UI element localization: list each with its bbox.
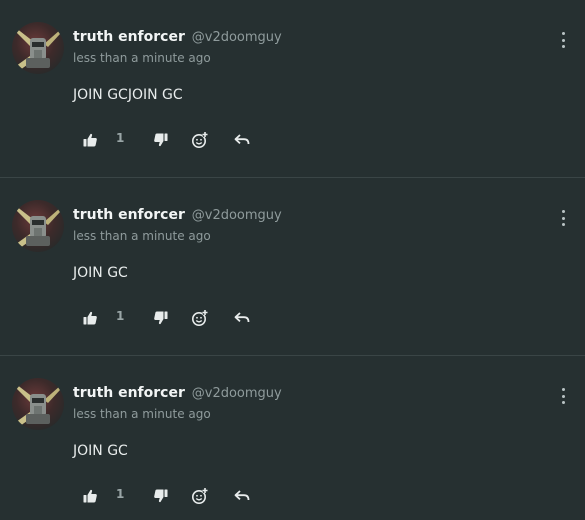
add-reaction-icon: [192, 310, 208, 326]
thumbs-down-icon: [154, 311, 168, 325]
post-timestamp: less than a minute ago: [73, 51, 211, 65]
more-vertical-dot: [561, 45, 565, 48]
reply-icon: [234, 134, 250, 145]
post-actions: 1: [0, 128, 300, 152]
author-name[interactable]: truth enforcer @v2doomguy: [73, 207, 282, 223]
like-count: 1: [116, 309, 125, 323]
thumbs-up-icon: [83, 133, 97, 147]
reply-button[interactable]: [234, 306, 250, 330]
more-options-button[interactable]: [556, 208, 570, 228]
author-display-name[interactable]: truth enforcer: [73, 29, 185, 45]
reply-icon: [234, 312, 250, 323]
post-actions: 1: [0, 306, 300, 330]
author-handle[interactable]: @v2doomguy: [192, 386, 282, 401]
more-vertical-icon: [561, 32, 565, 35]
like-button[interactable]: [82, 128, 98, 152]
avatar-image-icon: [16, 206, 60, 248]
like-button[interactable]: [82, 306, 98, 330]
author-name[interactable]: truth enforcer @v2doomguy: [73, 385, 282, 401]
like-count: 1: [116, 487, 125, 501]
post-content: JOIN GC: [73, 265, 128, 281]
more-vertical-icon: [561, 388, 565, 391]
author-handle[interactable]: @v2doomguy: [192, 30, 282, 45]
add-reaction-icon: [192, 132, 208, 148]
thumbs-down-icon: [154, 133, 168, 147]
more-vertical-dot: [561, 394, 565, 398]
like-button[interactable]: [82, 484, 98, 508]
post-timestamp: less than a minute ago: [73, 229, 211, 243]
more-vertical-dot: [561, 216, 565, 220]
post-content: JOIN GCJOIN GC: [73, 87, 183, 103]
more-vertical-dot: [561, 38, 565, 42]
post: truth enforcer @v2doomguy less than a mi…: [0, 0, 585, 178]
post-feed: truth enforcer @v2doomguy less than a mi…: [0, 0, 585, 520]
add-reaction-button[interactable]: [191, 128, 209, 152]
avatar-image-icon: [16, 384, 60, 426]
add-reaction-icon: [192, 488, 208, 504]
dislike-button[interactable]: [153, 128, 169, 152]
avatar[interactable]: [12, 378, 64, 430]
more-vertical-icon: [561, 210, 565, 213]
author-name[interactable]: truth enforcer @v2doomguy: [73, 29, 282, 45]
add-reaction-button[interactable]: [191, 306, 209, 330]
post: truth enforcer @v2doomguy less than a mi…: [0, 356, 585, 520]
avatar-image-icon: [16, 28, 60, 70]
add-reaction-button[interactable]: [191, 484, 209, 508]
more-options-button[interactable]: [556, 30, 570, 50]
avatar[interactable]: [12, 22, 64, 74]
like-count: 1: [116, 131, 125, 145]
reply-icon: [234, 490, 250, 501]
post: truth enforcer @v2doomguy less than a mi…: [0, 178, 585, 356]
dislike-button[interactable]: [153, 484, 169, 508]
thumbs-up-icon: [83, 311, 97, 325]
more-vertical-dot: [561, 401, 565, 404]
post-timestamp: less than a minute ago: [73, 407, 211, 421]
post-content: JOIN GC: [73, 443, 128, 459]
reply-button[interactable]: [234, 128, 250, 152]
post-actions: 1: [0, 484, 300, 508]
thumbs-down-icon: [154, 489, 168, 503]
thumbs-up-icon: [83, 489, 97, 503]
dislike-button[interactable]: [153, 306, 169, 330]
reply-button[interactable]: [234, 484, 250, 508]
more-options-button[interactable]: [556, 386, 570, 406]
author-display-name[interactable]: truth enforcer: [73, 385, 185, 401]
author-display-name[interactable]: truth enforcer: [73, 207, 185, 223]
author-handle[interactable]: @v2doomguy: [192, 208, 282, 223]
avatar[interactable]: [12, 200, 64, 252]
more-vertical-dot: [561, 223, 565, 226]
